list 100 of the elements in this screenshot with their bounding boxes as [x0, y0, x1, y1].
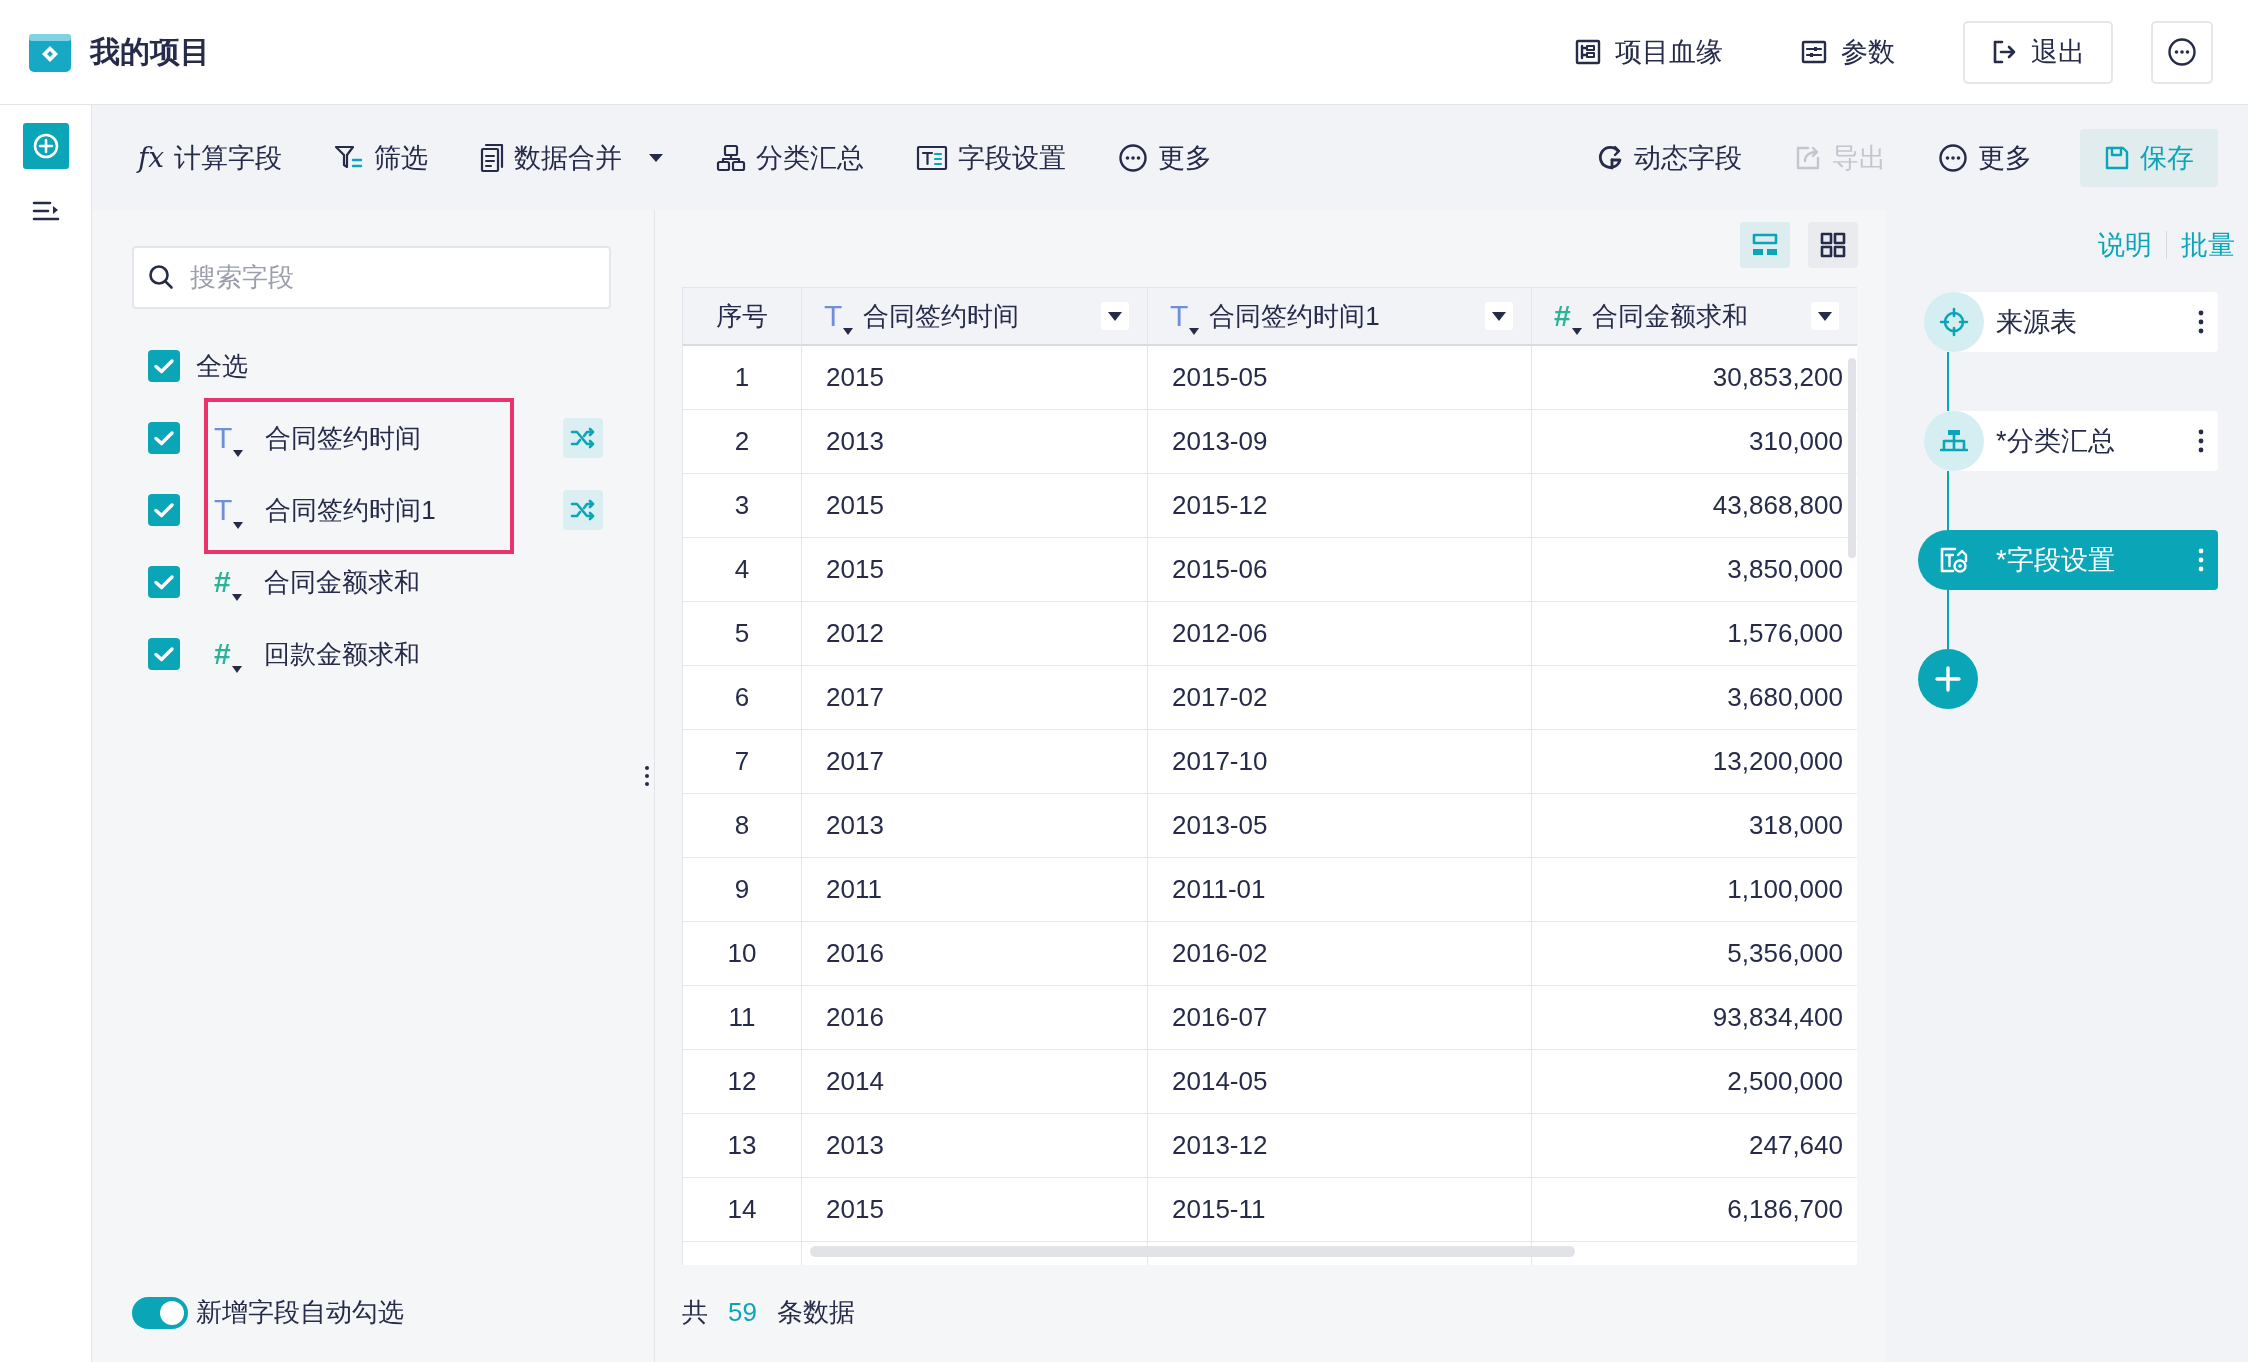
plus-icon [1934, 665, 1962, 693]
shuffle-button[interactable] [563, 490, 603, 530]
toolbar-button[interactable]: 更多 [1114, 128, 1217, 187]
more-icon[interactable] [1938, 142, 1968, 173]
table-view-button[interactable] [1740, 222, 1790, 268]
table-cell: 3,680,000 [1532, 666, 1857, 730]
search-field[interactable]: 搜索字段 [132, 246, 611, 309]
table-cell: 2017-10 [1148, 730, 1532, 794]
table-cell: 2015 [802, 1178, 1148, 1242]
table-cell: 11 [683, 986, 802, 1050]
table-cell: 3 [683, 474, 802, 538]
type-icon: # [214, 567, 242, 597]
field-label: 合同金额求和 [263, 565, 420, 599]
more-icon[interactable] [2167, 37, 2197, 67]
table-cell: 2015 [802, 474, 1148, 538]
table-cell: 5 [683, 602, 802, 666]
type-icon: T [824, 301, 854, 331]
shuffle-icon [570, 499, 596, 521]
toolbar-button[interactable]: 数据合并 [476, 128, 669, 187]
toolbar-button[interactable]: 更多 [1934, 128, 2036, 187]
column-header[interactable]: 序号 [683, 288, 802, 346]
table-cell: 2017 [802, 730, 1148, 794]
shuffle-button[interactable] [563, 418, 603, 458]
checkbox[interactable] [148, 638, 180, 670]
checkbox[interactable] [148, 494, 180, 526]
table-cell: 2013-09 [1148, 410, 1532, 474]
table-cell: 318,000 [1532, 794, 1857, 858]
toolbar-button[interactable]: 筛选 [330, 128, 433, 187]
table-cell: 247,640 [1532, 1114, 1857, 1178]
table-cell: 2011 [802, 858, 1148, 922]
table-cell: 2013 [802, 410, 1148, 474]
table-cell: 2013-12 [1148, 1114, 1532, 1178]
column-header[interactable]: T 合同签约时间 [802, 288, 1148, 346]
caret-icon [1492, 311, 1506, 321]
app-title: 我的项目 [90, 33, 210, 70]
checkbox[interactable] [148, 566, 180, 598]
table-cell: 2014-05 [1148, 1050, 1532, 1114]
table-cell: 2015 [802, 538, 1148, 602]
column-menu-button[interactable] [1811, 302, 1839, 330]
toolbar-button[interactable]: 分类汇总 [712, 128, 869, 187]
scrollbar[interactable] [1848, 358, 1856, 558]
checkbox[interactable] [148, 422, 180, 454]
table-cell: 13 [683, 1114, 802, 1178]
column-header[interactable]: T 合同签约时间1 [1148, 288, 1532, 346]
more-button[interactable] [2151, 20, 2213, 84]
more-icon[interactable] [1118, 142, 1149, 173]
params-button[interactable]: 参数 [1791, 34, 1905, 70]
add-icon[interactable] [22, 123, 69, 169]
table-cell: 2015 [802, 346, 1148, 410]
resize-handle[interactable] [644, 765, 650, 787]
count-prefix: 共 [682, 1296, 708, 1329]
table-cell: 2011-01 [1148, 858, 1532, 922]
table-cell: 4 [683, 538, 802, 602]
count-suffix: 条数据 [776, 1296, 855, 1329]
kebab-icon[interactable] [2198, 429, 2204, 453]
table-cell: 2015-05 [1148, 346, 1532, 410]
table-cell: 5,356,000 [1532, 922, 1857, 986]
type-icon: T [214, 423, 244, 453]
toggle-switch[interactable] [132, 1296, 188, 1329]
table-cell: 2016 [802, 922, 1148, 986]
table-cell: 93,834,400 [1532, 986, 1857, 1050]
table-cell: 2015-12 [1148, 474, 1532, 538]
table-cell: 12 [683, 1050, 802, 1114]
toolbar-button[interactable]: 字段设置 [912, 128, 1071, 187]
table-cell: 2014 [802, 1050, 1148, 1114]
logout-icon [1991, 39, 2017, 65]
table-cell: 10 [683, 922, 802, 986]
exit-button[interactable]: 退出 [1963, 20, 2113, 84]
table-cell: 1 [683, 346, 802, 410]
grid-view-button[interactable] [1808, 222, 1858, 268]
table-cell: 2012 [802, 602, 1148, 666]
column-menu-button[interactable] [1101, 302, 1129, 330]
table-cell: 7 [683, 730, 802, 794]
caret-icon [231, 594, 242, 601]
search-icon [148, 264, 174, 290]
column-menu-button[interactable] [1485, 302, 1513, 330]
toolbar-button[interactable]: fx 计算字段 [134, 128, 287, 187]
add-step-button[interactable] [1918, 649, 1978, 709]
refresh-icon [1596, 143, 1624, 172]
list-icon[interactable] [31, 199, 60, 223]
table-cell: 2013 [802, 1114, 1148, 1178]
select-all-label: 全选 [196, 349, 248, 383]
kebab-icon[interactable] [2198, 310, 2204, 334]
table-cell: 2015-06 [1148, 538, 1532, 602]
caret-icon [843, 328, 854, 335]
column-header[interactable]: # 合同金额求和 [1532, 288, 1857, 346]
table-cell: 2013 [802, 794, 1148, 858]
formula-icon: fx [138, 141, 165, 174]
toolbar-button[interactable]: 动态字段 [1592, 128, 1746, 187]
lineage-button[interactable]: 项目血缘 [1565, 34, 1733, 70]
record-count: 59 [728, 1297, 757, 1328]
scrollbar[interactable] [810, 1246, 1575, 1257]
table-cell: 2015-11 [1148, 1178, 1532, 1242]
table-cell: 2016-02 [1148, 922, 1532, 986]
checkbox[interactable] [148, 350, 180, 382]
table-cell: 1,576,000 [1532, 602, 1857, 666]
table-cell: 2012-06 [1148, 602, 1532, 666]
table-cell: 2 [683, 410, 802, 474]
table-cell: 2017 [802, 666, 1148, 730]
type-icon: # [1554, 301, 1582, 331]
